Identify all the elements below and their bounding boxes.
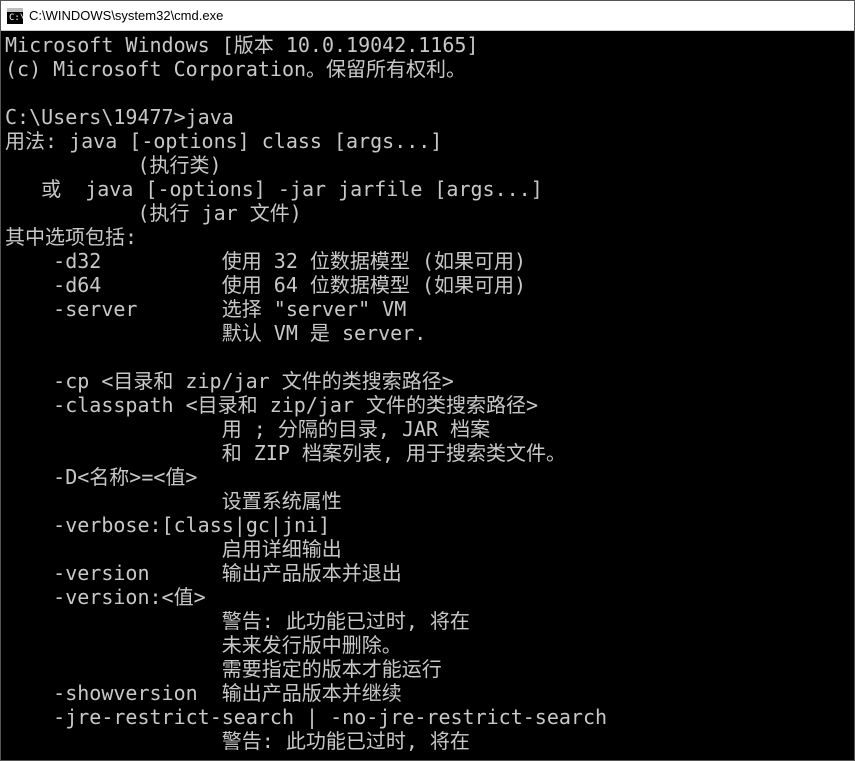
- terminal-line: 需要指定的版本才能运行: [5, 657, 850, 681]
- terminal-line: -showversion 输出产品版本并继续: [5, 681, 850, 705]
- terminal-line: Microsoft Windows [版本 10.0.19042.1165]: [5, 33, 850, 57]
- terminal-line: -server 选择 "server" VM: [5, 297, 850, 321]
- terminal-line: -jre-restrict-search | -no-jre-restrict-…: [5, 705, 850, 729]
- terminal-line: 设置系统属性: [5, 489, 850, 513]
- terminal-line: [5, 81, 850, 105]
- terminal-line: C:\Users\19477>java: [5, 105, 850, 129]
- terminal-output[interactable]: Microsoft Windows [版本 10.0.19042.1165](c…: [1, 31, 854, 760]
- terminal-line: 警告: 此功能已过时, 将在: [5, 609, 850, 633]
- terminal-line: -version 输出产品版本并退出: [5, 561, 850, 585]
- terminal-line: 其中选项包括:: [5, 225, 850, 249]
- terminal-line: -verbose:[class|gc|jni]: [5, 513, 850, 537]
- terminal-line: 未来发行版中删除。: [5, 633, 850, 657]
- terminal-line: 启用详细输出: [5, 537, 850, 561]
- svg-text:C:\: C:\: [9, 13, 23, 23]
- terminal-line: [5, 345, 850, 369]
- terminal-line: 和 ZIP 档案列表, 用于搜索类文件。: [5, 441, 850, 465]
- terminal-line: -version:<值>: [5, 585, 850, 609]
- terminal-line: (执行类): [5, 153, 850, 177]
- terminal-line: -d64 使用 64 位数据模型 (如果可用): [5, 273, 850, 297]
- window-title: C:\WINDOWS\system32\cmd.exe: [29, 8, 848, 23]
- terminal-line: 用 ; 分隔的目录, JAR 档案: [5, 417, 850, 441]
- titlebar[interactable]: C:\ C:\WINDOWS\system32\cmd.exe: [1, 1, 854, 31]
- terminal-line: 警告: 此功能已过时, 将在: [5, 729, 850, 753]
- terminal-line: -D<名称>=<值>: [5, 465, 850, 489]
- terminal-line: (c) Microsoft Corporation。保留所有权利。: [5, 57, 850, 81]
- terminal-line: (执行 jar 文件): [5, 201, 850, 225]
- terminal-line: 或 java [-options] -jar jarfile [args...]: [5, 177, 850, 201]
- terminal-line: 默认 VM 是 server.: [5, 321, 850, 345]
- cmd-window: C:\ C:\WINDOWS\system32\cmd.exe Microsof…: [0, 0, 855, 761]
- terminal-line: -classpath <目录和 zip/jar 文件的类搜索路径>: [5, 393, 850, 417]
- cmd-icon: C:\: [7, 8, 23, 24]
- terminal-line: 用法: java [-options] class [args...]: [5, 129, 850, 153]
- terminal-line: -d32 使用 32 位数据模型 (如果可用): [5, 249, 850, 273]
- terminal-line: -cp <目录和 zip/jar 文件的类搜索路径>: [5, 369, 850, 393]
